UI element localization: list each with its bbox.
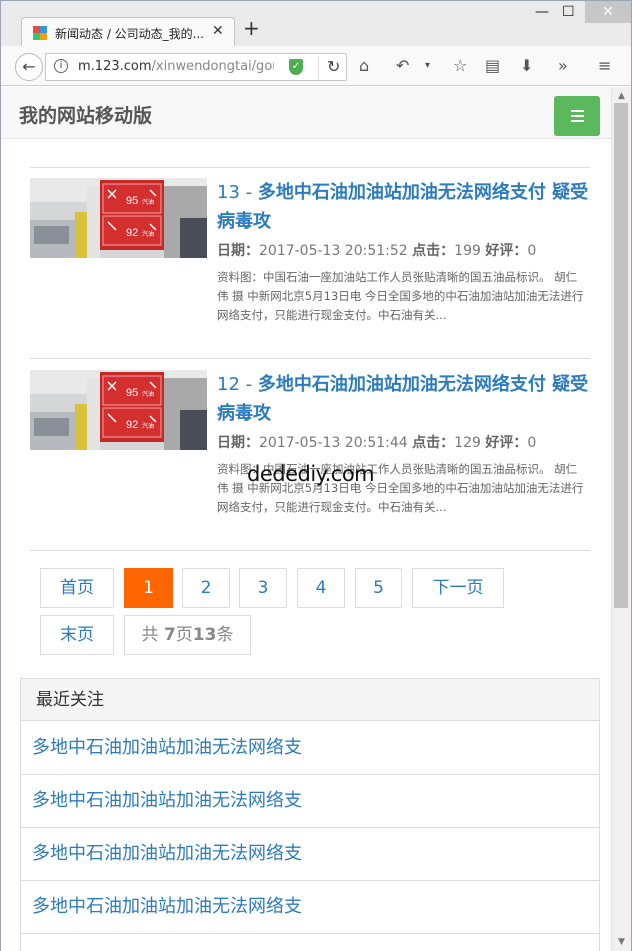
recent-panel-heading: 最近关注 [21, 679, 599, 721]
tab-title: 新闻动态 / 公司动态_我的... [55, 27, 205, 41]
article-date: 2017-05-13 20:51:52 [259, 243, 408, 259]
clicks-label: 点击： [412, 435, 455, 451]
url-path: /xinwendongtai/gong [151, 59, 274, 74]
article-number: 12 - [217, 374, 258, 395]
fuel-price-label: 95 [126, 387, 138, 399]
pager-page-link[interactable]: 2 [182, 568, 230, 608]
pager-total-items: 13 [192, 625, 217, 645]
pager-total-pages: 7 [163, 625, 176, 645]
fuel-price-label: 92 [126, 419, 138, 431]
browser-tab[interactable]: 新闻动态 / 公司动态_我的... ✕ [21, 17, 235, 47]
recent-panel: 最近关注 多地中石油加油站加油无法网络支 多地中石油加油站加油无法网络支 多地中… [20, 678, 600, 951]
article-number: 13 - [217, 182, 258, 203]
watermark: dedediy.com [247, 462, 375, 486]
maximize-button[interactable]: ☐ [562, 3, 575, 21]
article-description: 资料图：中国石油一座加油站工作人员张贴清晰的国五油品标识。 胡仁伟 摄 中新网北… [217, 270, 584, 322]
date-label: 日期： [217, 243, 259, 259]
article-item[interactable]: 95 92 汽油 汽油 12 - 多地中石油加油站加油无法网络支付 疑受病毒攻 … [30, 370, 590, 540]
pager-page-link[interactable]: 1 [124, 568, 173, 608]
url-text[interactable]: m.123.com/xinwendongtai/gong [78, 59, 274, 74]
pager-summary: 共 7页13条 [124, 615, 251, 655]
scroll-down-arrow-icon[interactable]: ▼ [618, 937, 625, 947]
recent-item-link[interactable]: 多地中石油加油站加油无法网络支 [21, 775, 599, 828]
address-bar[interactable]: i m.123.com/xinwendongtai/gong ✓ ↻ [45, 53, 347, 81]
overflow-icon[interactable]: » [558, 56, 568, 76]
divider [30, 167, 590, 168]
page-viewport: 我的网站移动版 95 92 汽油 汽油 13 - 多地中石油加油站加油无法网络支… [1, 87, 631, 951]
article-title-link[interactable]: 12 - 多地中石油加油站加油无法网络支付 疑受病毒攻 [217, 370, 590, 428]
clicks-label: 点击： [412, 243, 455, 259]
reviews-label: 好评： [485, 243, 528, 259]
undo-icon[interactable]: ↶ [396, 56, 409, 76]
pager-info-prefix: 共 [141, 625, 164, 645]
shield-icon[interactable]: ✓ [289, 59, 303, 75]
scroll-up-arrow-icon[interactable]: ▲ [618, 91, 625, 101]
fuel-unit-label: 汽油 [142, 198, 154, 206]
minimize-button[interactable]: — [535, 3, 549, 21]
article-meta: 日期：2017-05-13 20:51:52 点击：199 好评：0 [217, 240, 536, 260]
pager-info-mid: 页 [175, 625, 193, 645]
tab-close-icon[interactable]: ✕ [212, 23, 224, 39]
article-title-link[interactable]: 13 - 多地中石油加油站加油无法网络支付 疑受病毒攻 [217, 178, 590, 236]
divider [30, 358, 590, 359]
recent-item-link[interactable]: 多地中石油加油站加油无法网络支 [21, 722, 599, 775]
fuel-unit-label: 汽油 [142, 422, 154, 430]
reviews-label: 好评： [485, 435, 528, 451]
title-bar: 新闻动态 / 公司动态_我的... ✕ + — ☐ ✕ [1, 1, 631, 47]
article-title: 多地中石油加油站加油无法网络支付 疑受病毒攻 [217, 182, 589, 232]
article-item[interactable]: 95 92 汽油 汽油 13 - 多地中石油加油站加油无法网络支付 疑受病毒攻 … [30, 178, 590, 348]
pager-page-link[interactable]: 5 [355, 568, 402, 608]
hamburger-menu-icon[interactable]: ≡ [598, 56, 611, 76]
star-icon[interactable]: ☆ [453, 56, 467, 76]
new-tab-button[interactable]: + [243, 18, 260, 38]
url-host: m.123.com [78, 59, 152, 74]
article-reviews: 0 [527, 435, 537, 451]
article-reviews: 0 [527, 243, 537, 259]
window-close-button[interactable]: ✕ [585, 1, 631, 23]
article-date: 2017-05-13 20:51:44 [259, 435, 408, 451]
info-icon[interactable]: i [54, 59, 68, 73]
navigation-bar: ← i m.123.com/xinwendongtai/gong ✓ ↻ ⌂ ↶… [1, 46, 631, 86]
browser-window: 新闻动态 / 公司动态_我的... ✕ + — ☐ ✕ ← i m.123.co… [0, 0, 632, 951]
pager-next-link[interactable]: 下一页 [412, 568, 504, 608]
fuel-unit-label: 汽油 [142, 390, 154, 398]
recent-item-link[interactable]: 多地中石油加油站加油无法网络支 [21, 828, 599, 881]
scrollbar-thumb[interactable] [614, 103, 628, 608]
pager-last-link[interactable]: 末页 [40, 615, 114, 655]
article-clicks: 129 [454, 435, 481, 451]
fuel-price-label: 95 [126, 195, 138, 207]
recent-item-link[interactable]: 多地中石油加油站加油无法网络支 [21, 881, 599, 934]
home-icon[interactable]: ⌂ [359, 56, 369, 76]
reload-icon[interactable]: ↻ [318, 57, 340, 79]
fuel-unit-label: 汽油 [142, 230, 154, 238]
article-thumbnail[interactable]: 95 92 汽油 汽油 [30, 370, 207, 450]
reading-list-icon[interactable]: ▤ [485, 56, 500, 76]
article-title: 多地中石油加油站加油无法网络支付 疑受病毒攻 [217, 374, 589, 424]
vertical-scrollbar[interactable]: ▲ ▼ [611, 87, 631, 951]
site-header: 我的网站移动版 [1, 87, 611, 139]
site-favicon-icon [33, 26, 47, 40]
pager-info-suffix: 条 [216, 625, 234, 645]
article-thumbnail[interactable]: 95 92 汽油 汽油 [30, 178, 207, 258]
fuel-price-label: 92 [126, 227, 138, 239]
pager-page-link[interactable]: 3 [239, 568, 287, 608]
chevron-down-icon[interactable]: ▾ [425, 56, 430, 76]
date-label: 日期： [217, 435, 259, 451]
article-clicks: 199 [454, 243, 481, 259]
pager-page-link[interactable]: 4 [297, 568, 345, 608]
pager-first-link[interactable]: 首页 [40, 568, 114, 608]
download-icon[interactable]: ⬇ [520, 56, 533, 76]
site-title[interactable]: 我的网站移动版 [19, 101, 152, 128]
divider [30, 550, 590, 551]
article-meta: 日期：2017-05-13 20:51:44 点击：129 好评：0 [217, 432, 536, 452]
site-menu-button[interactable] [554, 96, 600, 136]
back-button[interactable]: ← [15, 53, 43, 81]
